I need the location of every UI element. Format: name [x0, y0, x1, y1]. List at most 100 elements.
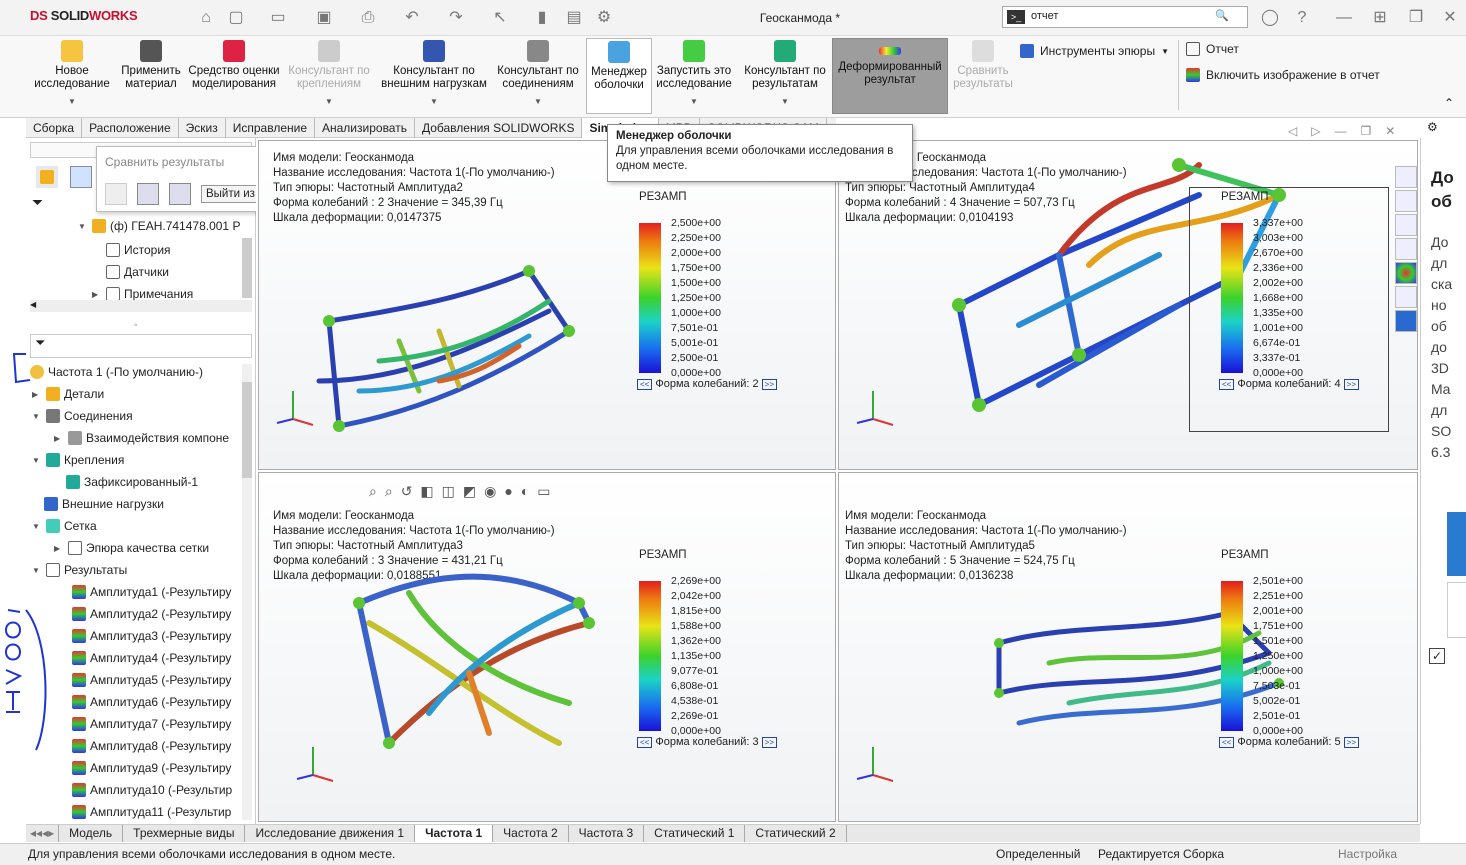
- property-manager-tab-icon[interactable]: [70, 166, 92, 188]
- connection-advisor-button[interactable]: Консультант по соединениям ▼: [494, 38, 582, 114]
- external-load-advisor-button[interactable]: Консультант по внешним нагрузкам ▼: [378, 38, 490, 114]
- previous-mode-icon[interactable]: <<: [637, 378, 653, 390]
- tab-frequency-2[interactable]: Частота 2: [493, 825, 569, 842]
- tab-3d-views[interactable]: Трехмерные виды: [123, 825, 246, 842]
- plot-tools-button[interactable]: Инструменты эпюры ▼: [1020, 42, 1169, 60]
- mesh-quality-button[interactable]: Средство оценки моделирования: [188, 38, 280, 114]
- next-mode-icon[interactable]: >>: [1343, 736, 1360, 748]
- tree-item-sensors[interactable]: Датчики: [106, 262, 169, 282]
- view-orientation-icon[interactable]: ◫: [442, 483, 455, 500]
- apply-material-button[interactable]: Применить материал: [118, 38, 184, 114]
- tree-item-amplitude-3[interactable]: Амплитуда3 (-Результиру: [72, 626, 231, 646]
- restore-window-icon[interactable]: ❐: [1406, 8, 1426, 28]
- tree-item-amplitude-10[interactable]: Амплитуда10 (-Результир: [72, 780, 232, 800]
- print-icon[interactable]: ⎙: [358, 8, 378, 28]
- undo-icon[interactable]: ↶: [402, 8, 422, 28]
- deformed-frame-model[interactable]: [349, 563, 609, 763]
- tree-item-amplitude-6[interactable]: Амплитуда6 (-Результиру: [72, 692, 231, 712]
- tab-analyze[interactable]: Анализировать: [315, 118, 415, 138]
- tree-item-fixed-1[interactable]: Зафиксированный-1: [66, 472, 198, 492]
- feature-tree-tab-icon[interactable]: [36, 166, 58, 188]
- fixture-advisor-button[interactable]: Консультант по креплениям ▼: [284, 38, 374, 114]
- tree-item-history[interactable]: История: [106, 240, 171, 260]
- solidworks-forum-icon[interactable]: [1395, 310, 1417, 332]
- results-advisor-button[interactable]: Консультант по результатам ▼: [740, 38, 830, 114]
- tree-item-amplitude-9[interactable]: Амплитуда9 (-Результиру: [72, 758, 231, 778]
- tree-item-amplitude-8[interactable]: Амплитуда8 (-Результиру: [72, 736, 231, 756]
- previous-mode-icon[interactable]: <<: [1219, 736, 1235, 748]
- tree-item-amplitude-7[interactable]: Амплитуда7 (-Результиру: [72, 714, 231, 734]
- tab-static-1[interactable]: Статический 1: [644, 825, 746, 842]
- previous-viewport-icon[interactable]: ◁: [1288, 124, 1297, 138]
- appearances-icon[interactable]: [1395, 262, 1417, 284]
- report-button[interactable]: Отчет: [1186, 40, 1239, 58]
- next-mode-icon[interactable]: >>: [761, 736, 778, 748]
- view-settings-icon[interactable]: ▭: [537, 483, 550, 500]
- graphics-viewport[interactable]: Имя модели: Геосканмода Название исследов…: [256, 140, 1420, 824]
- status-settings[interactable]: Настройка: [1338, 847, 1397, 861]
- open-folder-icon[interactable]: ▭: [268, 8, 288, 28]
- file-properties-icon[interactable]: ▤: [564, 8, 584, 28]
- view-palette-icon[interactable]: [1395, 238, 1417, 260]
- tab-frequency-1[interactable]: Частота 1: [415, 825, 494, 842]
- tree-item-mesh-quality-plot[interactable]: ▶ Эпюра качества сетки: [54, 538, 209, 558]
- deformed-result-button[interactable]: Деформированный результат: [832, 38, 948, 114]
- tree-item-amplitude-5[interactable]: Амплитуда5 (-Результиру: [72, 670, 231, 690]
- compare-results-button[interactable]: Сравнить результаты: [952, 38, 1014, 114]
- display-style-icon[interactable]: ◩: [463, 483, 476, 500]
- new-document-icon[interactable]: ▢: [226, 8, 246, 28]
- collapse-ribbon-icon[interactable]: ⌃: [1444, 96, 1454, 110]
- help-icon[interactable]: ?: [1292, 8, 1312, 28]
- restore-viewport-icon[interactable]: ❐: [1360, 124, 1371, 138]
- next-mode-icon[interactable]: >>: [761, 378, 778, 390]
- tab-frequency-3[interactable]: Частота 3: [569, 825, 645, 842]
- next-mode-icon[interactable]: >>: [1343, 378, 1360, 390]
- compare-image-icon[interactable]: [169, 183, 191, 205]
- custom-properties-icon[interactable]: [1395, 286, 1417, 308]
- tree-item-amplitude-2[interactable]: Амплитуда2 (-Результиру: [72, 604, 231, 624]
- minimize-viewport-icon[interactable]: —: [1334, 124, 1346, 138]
- previous-view-icon[interactable]: ↺: [401, 483, 413, 500]
- new-study-button[interactable]: Новое исследование ▼: [30, 38, 114, 114]
- close-viewport-icon[interactable]: ✕: [1385, 124, 1395, 138]
- deformed-frame-model[interactable]: [299, 241, 609, 441]
- tree-item-amplitude-1[interactable]: Амплитуда1 (-Результиру: [72, 582, 231, 602]
- result-pane-mode-3[interactable]: ⌕ ⌕ ↺ ◧ ◫ ◩ ◉ ● ◐ ▭ Имя модели: Геосканмода Назван…: [258, 472, 836, 822]
- hide-show-icon[interactable]: ◉: [484, 483, 496, 500]
- restore-panes-icon[interactable]: ⊞: [1370, 8, 1390, 28]
- solidworks-resources-icon[interactable]: [1395, 166, 1417, 188]
- tab-assembly[interactable]: Сборка: [26, 118, 83, 138]
- file-explorer-icon[interactable]: [1395, 214, 1417, 236]
- task-pane-button[interactable]: [1447, 512, 1466, 576]
- result-pane-mode-4[interactable]: Имя модели: Геосканмода Название исследов…: [838, 140, 1418, 470]
- appearance-icon[interactable]: ●: [504, 483, 512, 500]
- home-icon[interactable]: ⌂: [196, 8, 216, 28]
- compare-layout-icon[interactable]: [137, 183, 159, 205]
- include-image-in-report-button[interactable]: Включить изображение в отчет: [1186, 66, 1380, 84]
- save-icon[interactable]: ▣: [314, 8, 334, 28]
- close-icon[interactable]: ✕: [1440, 8, 1460, 28]
- result-pane-mode-2[interactable]: Имя модели: Геосканмода Название исследов…: [258, 140, 836, 470]
- task-pane-settings-icon[interactable]: ⚙: [1427, 120, 1438, 134]
- previous-mode-icon[interactable]: <<: [1219, 378, 1235, 390]
- result-pane-mode-5[interactable]: Имя модели: Геосканмода Название исследов…: [838, 472, 1418, 822]
- zoom-area-icon[interactable]: ⌕: [385, 483, 393, 500]
- tab-scroll-arrows-icon[interactable]: ◂◂◂▸: [26, 825, 60, 842]
- tree-item-amplitude-11[interactable]: Амплитуда11 (-Результир: [72, 802, 231, 822]
- gear-icon[interactable]: ⚙: [594, 8, 614, 28]
- scene-icon[interactable]: ◐: [521, 483, 529, 500]
- section-view-icon[interactable]: ◧: [420, 483, 433, 500]
- run-study-button[interactable]: Запустить это исследование ▼: [654, 38, 734, 114]
- task-pane-checkbox[interactable]: ✓: [1429, 648, 1445, 664]
- search-input[interactable]: >_ отчет 🔍: [1002, 6, 1248, 28]
- shell-manager-button[interactable]: Менеджер оболочки: [586, 38, 652, 114]
- previous-mode-icon[interactable]: <<: [637, 736, 653, 748]
- compare-option-icon[interactable]: [105, 183, 127, 205]
- simulation-filter-bar[interactable]: ⏷: [30, 334, 252, 358]
- tab-sketch[interactable]: Эскиз: [179, 118, 226, 138]
- tab-model[interactable]: Модель: [59, 825, 124, 842]
- zoom-to-fit-icon[interactable]: ⌕: [369, 483, 377, 500]
- tab-static-2[interactable]: Статический 2: [745, 825, 847, 842]
- tab-motion-study-1[interactable]: Исследование движения 1: [245, 825, 416, 842]
- filter-icon[interactable]: ⏷: [32, 194, 43, 211]
